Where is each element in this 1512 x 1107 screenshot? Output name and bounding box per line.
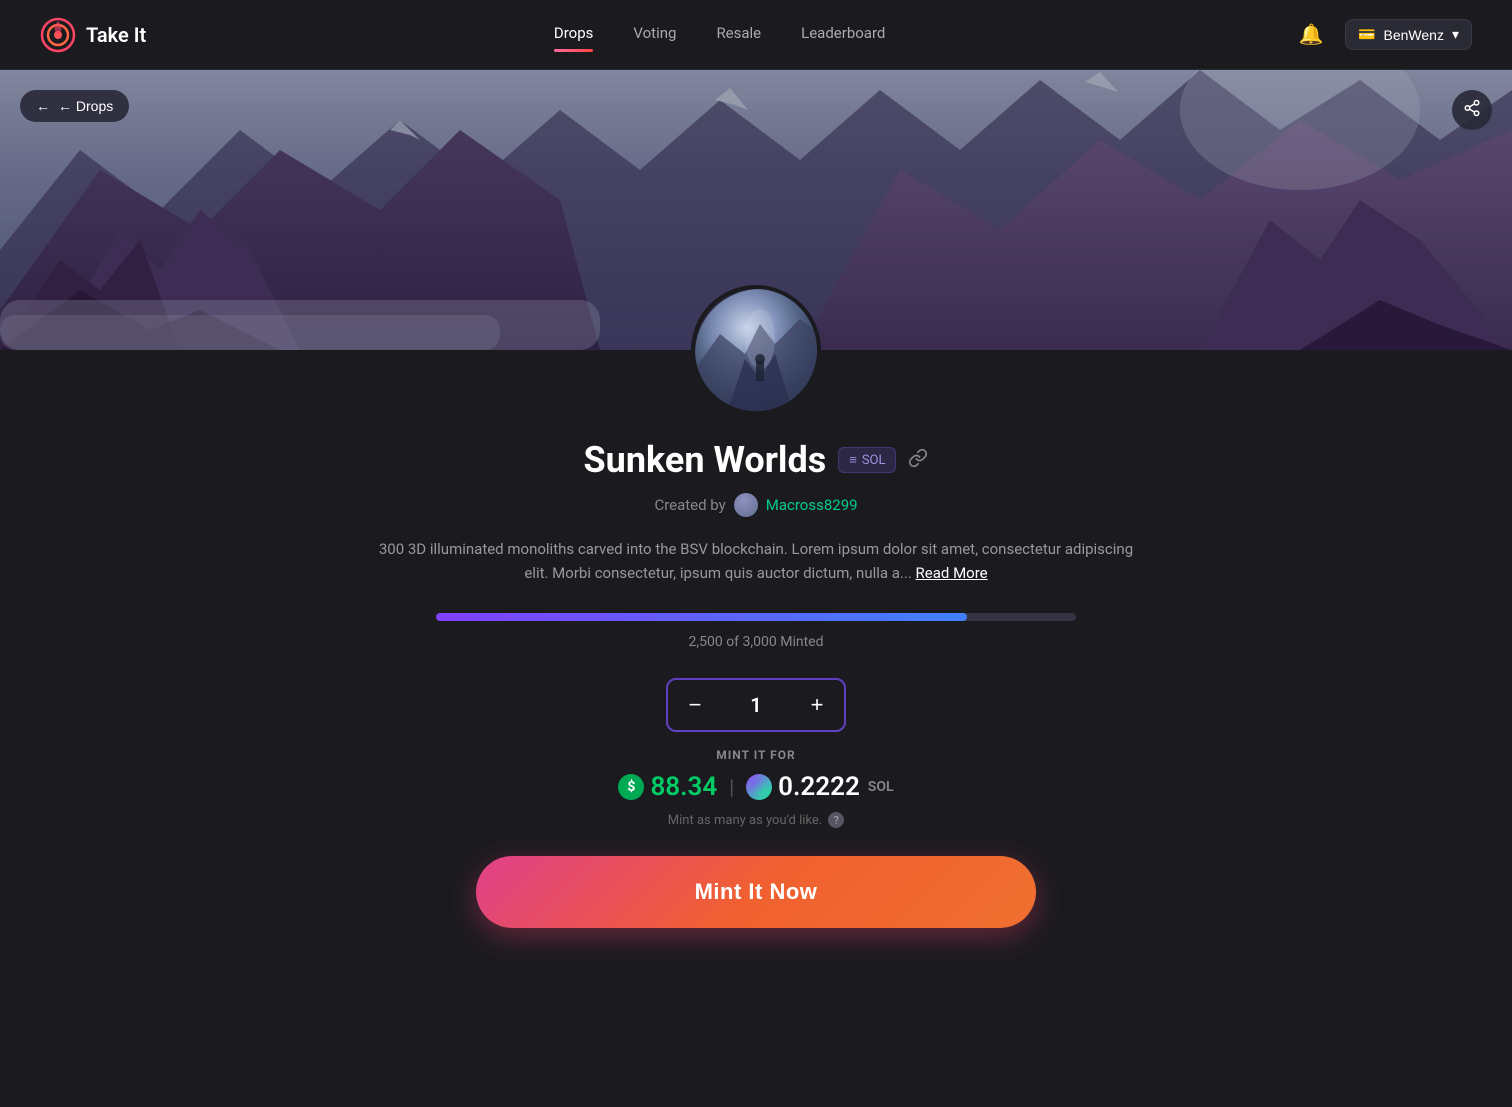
sol-coin-icon <box>746 774 772 800</box>
chevron-down-icon: ▾ <box>1452 26 1459 43</box>
back-arrow-icon: ← <box>36 98 50 114</box>
minus-icon: − <box>689 692 702 718</box>
progress-section: 2,500 of 3,000 Minted <box>376 613 1136 650</box>
decrement-button[interactable]: − <box>668 680 722 730</box>
logo-icon <box>40 17 76 53</box>
hint-text: Mint as many as you'd like. <box>668 813 822 828</box>
sol-badge-icon: ≡ <box>849 452 857 468</box>
stepper-value: 1 <box>722 693 790 717</box>
avatar-image <box>695 289 821 415</box>
progress-label: 2,500 of 3,000 Minted <box>689 634 824 650</box>
back-button[interactable]: ← ← Drops <box>20 90 129 122</box>
usd-amount: 88.34 <box>650 772 717 802</box>
increment-button[interactable]: + <box>790 680 844 730</box>
price-divider: | <box>729 775 734 799</box>
external-link-icon[interactable] <box>908 448 928 473</box>
description-content: 300 3D illuminated monoliths carved into… <box>379 540 1133 582</box>
sol-amount: 0.2222 <box>778 772 860 802</box>
wallet-icon: 💳 <box>1358 26 1375 43</box>
progress-track <box>436 613 1076 621</box>
stepper-container: − 1 + <box>376 678 1136 732</box>
description-text: 300 3D illuminated monoliths carved into… <box>376 537 1136 585</box>
sol-unit-label: SOL <box>868 779 894 795</box>
mint-now-button[interactable]: Mint It Now <box>476 856 1036 928</box>
main-content: Sunken Worlds ≡ SOL Created by Macross82… <box>356 415 1156 952</box>
nav-leaderboard[interactable]: Leaderboard <box>801 24 885 46</box>
sol-price: 0.2222 SOL <box>746 772 893 802</box>
back-label: ← Drops <box>58 98 113 114</box>
bell-button[interactable]: 🔔 <box>1293 17 1329 53</box>
progress-fill <box>436 613 967 621</box>
header: Take It Drops Voting Resale Leaderboard … <box>0 0 1512 70</box>
sol-badge-label: SOL <box>862 453 886 468</box>
nav-voting[interactable]: Voting <box>633 24 676 46</box>
main-nav: Drops Voting Resale Leaderboard <box>554 24 885 46</box>
avatar-container <box>0 285 1512 415</box>
avatar <box>691 285 821 415</box>
creator-row: Created by Macross8299 <box>376 493 1136 517</box>
logo: Take It <box>40 17 146 53</box>
quantity-stepper: − 1 + <box>666 678 846 732</box>
user-name: BenWenz <box>1384 27 1444 43</box>
price-row: $ 88.34 | 0.2222 SOL <box>376 772 1136 802</box>
share-button[interactable] <box>1452 90 1492 130</box>
read-more-link[interactable]: Read More <box>916 564 988 582</box>
title-row: Sunken Worlds ≡ SOL <box>376 439 1136 481</box>
info-icon: ? <box>828 812 844 828</box>
logo-text: Take It <box>86 23 146 47</box>
share-icon <box>1463 99 1481 122</box>
mint-for-label: MINT IT FOR <box>376 748 1136 762</box>
created-by-label: Created by <box>654 496 725 514</box>
header-right: 🔔 💳 BenWenz ▾ <box>1293 17 1472 53</box>
creator-avatar <box>734 493 758 517</box>
usd-price: $ 88.34 <box>618 772 717 802</box>
plus-icon: + <box>811 692 824 718</box>
mint-hint: Mint as many as you'd like. ? <box>376 812 1136 828</box>
nav-resale[interactable]: Resale <box>716 24 761 46</box>
nav-drops[interactable]: Drops <box>554 24 594 46</box>
sol-badge: ≡ SOL <box>838 447 896 473</box>
usd-icon: $ <box>618 774 644 800</box>
mint-button-container: Mint It Now <box>376 856 1136 928</box>
user-menu-button[interactable]: 💳 BenWenz ▾ <box>1345 19 1472 50</box>
creator-name[interactable]: Macross8299 <box>766 496 858 514</box>
collection-title: Sunken Worlds <box>584 439 827 481</box>
